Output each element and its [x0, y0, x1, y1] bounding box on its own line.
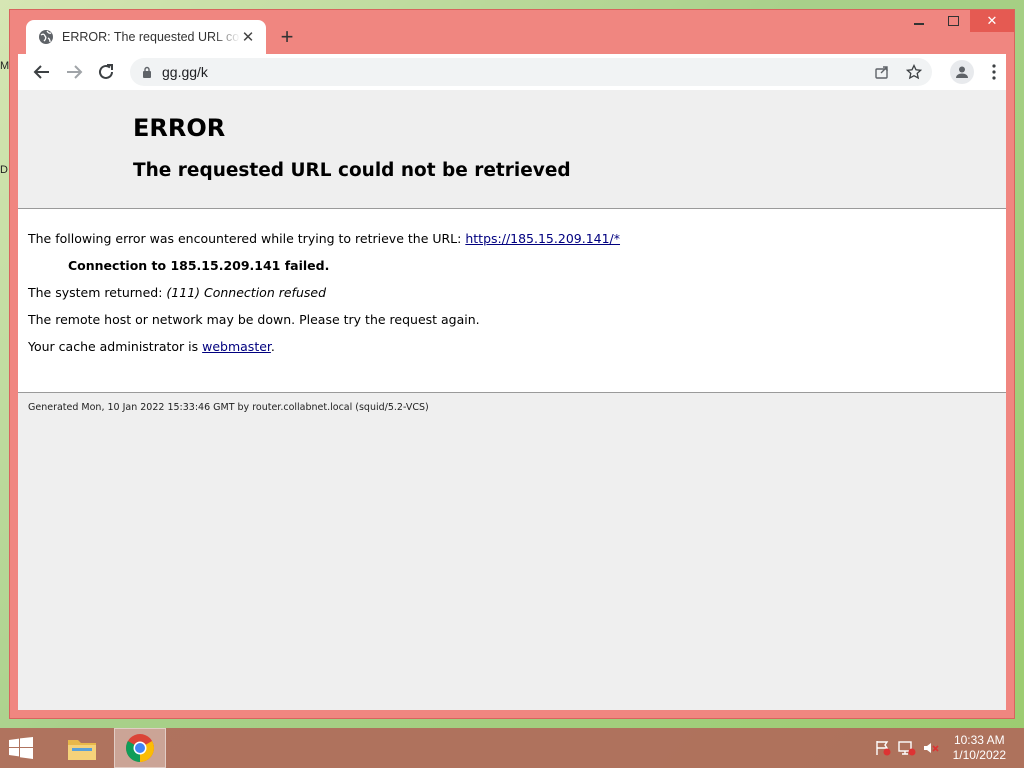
remote-host-text: The remote host or network may be down. …	[28, 312, 480, 327]
maximize-icon	[947, 16, 959, 26]
reload-icon	[99, 64, 113, 79]
taskbar: 10:33 AM 1/10/2022	[0, 728, 1024, 768]
volume-muted-icon[interactable]	[922, 740, 940, 756]
browser-menu-button[interactable]	[984, 60, 1004, 84]
system-returned-label: The system returned:	[28, 285, 167, 300]
browser-toolbar: gg.gg/k	[18, 54, 1006, 90]
clock-date: 1/10/2022	[952, 748, 1006, 762]
error-url-line: The following error was encountered whil…	[28, 231, 620, 246]
folder-icon	[68, 740, 96, 760]
system-returned-value: (111) Connection refused	[166, 285, 326, 300]
browser-tab[interactable]: ERROR: The requested URL could not be re…	[26, 20, 266, 54]
share-icon	[875, 66, 888, 79]
new-tab-button[interactable]: +	[276, 26, 298, 49]
system-clock[interactable]: 10:33 AM 1/10/2022	[953, 733, 1006, 763]
page-content: ERROR The requested URL could not be ret…	[18, 90, 1006, 710]
chrome-icon	[126, 734, 154, 762]
reload-button[interactable]	[94, 60, 118, 84]
window-controls: ✕	[902, 10, 1014, 32]
share-button[interactable]	[872, 62, 892, 82]
error-url-link[interactable]: https://185.15.209.141/*	[465, 231, 620, 246]
tab-title: ERROR: The requested URL could not be re…	[62, 30, 240, 44]
minimize-icon	[914, 23, 924, 25]
title-bar[interactable]: ERROR: The requested URL could not be re…	[10, 10, 1014, 54]
desktop-icon-stub-d[interactable]: D	[0, 164, 10, 178]
star-icon	[906, 64, 922, 80]
taskbar-chrome[interactable]	[114, 728, 166, 768]
cache-admin-suffix: .	[270, 339, 275, 354]
back-button[interactable]	[30, 60, 54, 84]
more-vert-icon	[992, 64, 996, 80]
forward-button[interactable]	[62, 60, 86, 84]
start-button[interactable]	[8, 736, 34, 765]
cache-admin-label: Your cache administrator is	[28, 339, 203, 354]
cache-admin-line: Your cache administrator is webmaster.	[28, 339, 275, 354]
desktop-icon-stub-m[interactable]: M	[0, 60, 10, 74]
connection-failed-text: Connection to 185.15.209.141 failed.	[68, 258, 330, 273]
tab-close-icon[interactable]: ✕	[240, 29, 256, 46]
close-icon: ✕	[986, 13, 998, 28]
action-center-flag-icon[interactable]	[874, 740, 892, 756]
browser-window: ERROR: The requested URL could not be re…	[10, 10, 1014, 718]
bookmark-button[interactable]	[904, 62, 924, 82]
error-title: ERROR	[133, 114, 226, 142]
forward-arrow-icon	[67, 65, 83, 79]
error-url-text: The following error was encountered whil…	[28, 231, 466, 246]
minimize-button[interactable]	[902, 10, 936, 32]
profile-button[interactable]	[950, 60, 974, 84]
maximize-button[interactable]	[936, 10, 970, 32]
close-window-button[interactable]: ✕	[970, 10, 1014, 32]
url-text[interactable]: gg.gg/k	[162, 64, 208, 80]
windows-logo-icon	[9, 737, 33, 759]
lock-icon[interactable]	[142, 66, 152, 78]
network-icon[interactable]	[898, 740, 916, 756]
error-header: ERROR The requested URL could not be ret…	[18, 90, 1006, 209]
back-arrow-icon	[33, 65, 49, 79]
globe-icon	[39, 30, 53, 44]
error-subtitle: The requested URL could not be retrieved	[133, 160, 571, 181]
error-details: The following error was encountered whil…	[18, 209, 1006, 393]
clock-time: 10:33 AM	[953, 733, 1005, 747]
taskbar-file-explorer[interactable]	[56, 728, 108, 768]
system-returned-line: The system returned: (111) Connection re…	[28, 285, 326, 300]
person-icon	[956, 66, 968, 78]
generated-footer: Generated Mon, 10 Jan 2022 15:33:46 GMT …	[28, 402, 429, 413]
address-bar[interactable]: gg.gg/k	[130, 58, 932, 86]
webmaster-link[interactable]: webmaster	[202, 339, 271, 354]
